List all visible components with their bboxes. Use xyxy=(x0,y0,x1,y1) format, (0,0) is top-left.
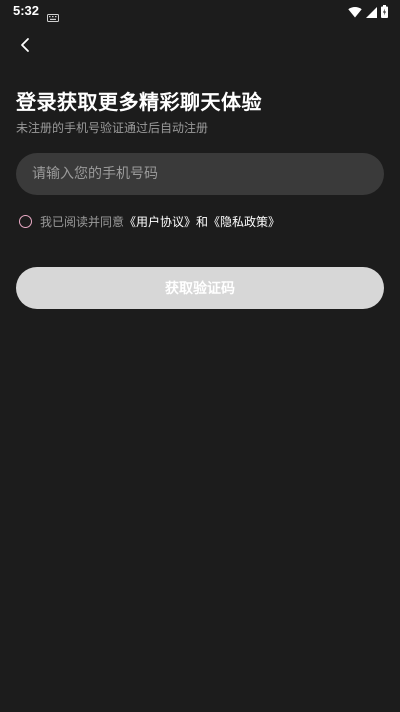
back-button[interactable] xyxy=(12,34,38,60)
page-title: 登录获取更多精彩聊天体验 xyxy=(16,90,262,114)
status-icons xyxy=(348,4,388,20)
chevron-left-icon xyxy=(19,37,31,57)
signal-icon xyxy=(366,3,377,22)
privacy-policy-link[interactable]: 《隐私政策》 xyxy=(208,213,280,230)
battery-icon xyxy=(381,3,388,22)
agreement-radio[interactable] xyxy=(19,214,32,228)
agreement-and: 和 xyxy=(196,214,209,229)
get-code-button[interactable]: 获取验证码 xyxy=(16,267,384,309)
status-time: 5:32 xyxy=(13,3,40,18)
page-subtitle: 未注册的手机号验证通过后自动注册 xyxy=(16,121,209,135)
keyboard-icon xyxy=(47,7,59,22)
phone-input[interactable] xyxy=(16,153,384,195)
agreement-row: 我已阅读并同意 《用户协议》 和 《隐私政策》 xyxy=(19,212,280,230)
status-bar: 5:32 xyxy=(0,0,400,24)
agreement-prefix: 我已阅读并同意 xyxy=(40,214,125,229)
user-agreement-link[interactable]: 《用户协议》 xyxy=(124,213,196,230)
wifi-icon xyxy=(348,3,362,22)
